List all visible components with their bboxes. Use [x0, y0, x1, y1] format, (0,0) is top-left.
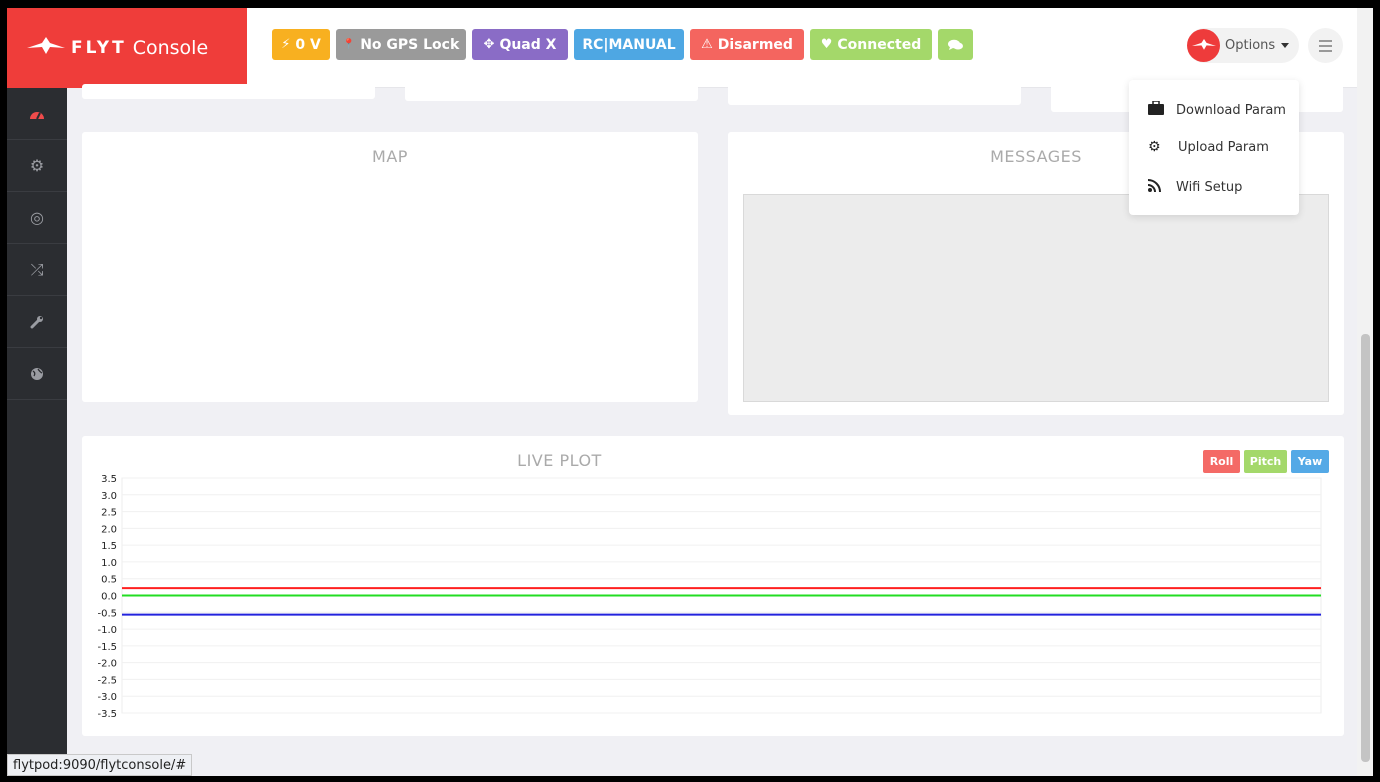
battery-voltage-badge[interactable]: ⚡ 0 V [272, 29, 330, 60]
brand-word-1: FLYT [71, 38, 127, 58]
y-tick-label: -1.0 [97, 625, 117, 636]
warning-icon: ⚠ [701, 37, 713, 52]
badge-label: No GPS Lock [360, 36, 460, 53]
heart-icon: ♥ [820, 37, 833, 52]
app-frame: FLYT Console ⚡ 0 V 📍 No GPS Lock ✥ Quad … [7, 8, 1373, 776]
badge-label: 0 V [295, 36, 321, 53]
wifi-setup-item[interactable]: Wifi Setup [1147, 178, 1243, 196]
bolt-icon: ⚡ [281, 37, 291, 52]
sidebar-item-globe[interactable] [7, 348, 67, 400]
menu-bar [1319, 44, 1332, 47]
dashboard-icon [30, 111, 44, 119]
sidebar-item-tools[interactable] [7, 296, 67, 348]
globe-icon [31, 367, 43, 380]
logo[interactable]: FLYT Console [7, 8, 247, 88]
caret-down-icon [1281, 43, 1290, 48]
y-tick-label: 2.5 [101, 508, 117, 519]
map-title: MAP [372, 147, 408, 166]
sidebar-item-dashboard[interactable] [7, 88, 67, 140]
badge-label: RC|MANUAL [582, 36, 676, 53]
briefcase-icon [1148, 100, 1176, 119]
y-tick-label: 0.5 [101, 575, 117, 586]
menu-item-label: Wifi Setup [1176, 179, 1243, 195]
y-tick-label: 3.5 [101, 474, 117, 485]
badge-label: Connected [837, 36, 922, 53]
menu-bar [1319, 49, 1332, 52]
y-tick-label: 3.0 [101, 491, 117, 502]
y-tick-label: -1.5 [97, 642, 117, 653]
map-marker-icon: 📍 [342, 39, 356, 50]
drone-logo-icon [1191, 38, 1216, 50]
badge-label: Disarmed [717, 36, 793, 53]
messages-log[interactable] [743, 194, 1329, 402]
brand-word-2: Console [132, 37, 209, 59]
y-tick-label: -2.5 [97, 675, 117, 686]
y-tick-label: -0.5 [97, 608, 117, 619]
drone-logo-icon [27, 37, 65, 54]
download-param-item[interactable]: Download Param [1148, 100, 1286, 119]
avatar [1187, 29, 1220, 62]
map-panel[interactable]: MAP [82, 132, 698, 402]
sidebar-item-settings[interactable]: ⚙ [7, 140, 67, 192]
gear-icon: ⚙ [29, 156, 45, 175]
options-dropdown-menu: Download Param ⚙ Upload Param Wifi Setup [1129, 80, 1299, 215]
options-label: Options [1225, 38, 1276, 53]
menu-item-label: Download Param [1176, 102, 1286, 118]
status-bar-url: flytpod:9090/flytconsole/# [7, 754, 193, 776]
y-tick-label: -3.5 [97, 709, 117, 720]
badge-label: Quad X [499, 36, 557, 53]
hamburger-menu-button[interactable] [1308, 28, 1343, 63]
stat-card [405, 84, 698, 101]
move-icon: ✥ [483, 37, 495, 52]
frame-type-badge[interactable]: ✥ Quad X [472, 29, 568, 60]
y-tick-label: 1.5 [101, 541, 117, 552]
menu-item-label: Upload Param [1178, 139, 1269, 155]
gear-icon: ⚙ [1148, 139, 1161, 155]
y-tick-label: 1.0 [101, 558, 117, 569]
shuffle-icon: ⤮ [30, 259, 44, 279]
wrench-icon [30, 315, 43, 328]
live-plot-chart[interactable]: 3.5 3.0 2.5 2.0 1.5 1.0 0.5 0.0 -0.5 -1.0 -1.5 -2.0… [82, 436, 1344, 736]
y-tick-label: -3.0 [97, 692, 117, 703]
target-icon: ◎ [30, 208, 44, 227]
y-tick-label: -2.0 [97, 659, 117, 670]
sidebar-item-target[interactable]: ◎ [7, 192, 67, 244]
y-tick-label: 2.0 [101, 524, 117, 535]
stat-card [728, 84, 1021, 105]
flight-mode-badge[interactable]: RC|MANUAL [574, 29, 684, 60]
comments-icon [948, 39, 963, 50]
upload-param-item[interactable]: ⚙ Upload Param [1148, 139, 1269, 155]
rss-icon [1147, 178, 1176, 196]
top-navbar: FLYT Console ⚡ 0 V 📍 No GPS Lock ✥ Quad … [7, 8, 1373, 88]
chat-button[interactable] [938, 29, 973, 60]
gps-status-badge[interactable]: 📍 No GPS Lock [336, 29, 466, 60]
live-plot-panel: LIVE PLOT Roll Pitch Yaw 3.5 3.0 2.5 2.0 1.5… [82, 436, 1344, 736]
sidebar: ⚙ ◎ ⤮ [7, 88, 67, 776]
y-tick-label: 0.0 [101, 592, 117, 603]
scrollbar-thumb[interactable] [1361, 334, 1370, 762]
page-scrollbar[interactable] [1357, 8, 1373, 776]
menu-bar [1319, 39, 1332, 42]
connection-status-badge[interactable]: ♥ Connected [810, 29, 932, 60]
stat-card [82, 84, 375, 99]
sidebar-item-shuffle[interactable]: ⤮ [7, 244, 67, 296]
options-button[interactable]: Options [1187, 28, 1299, 63]
arm-status-badge[interactable]: ⚠ Disarmed [690, 29, 804, 60]
